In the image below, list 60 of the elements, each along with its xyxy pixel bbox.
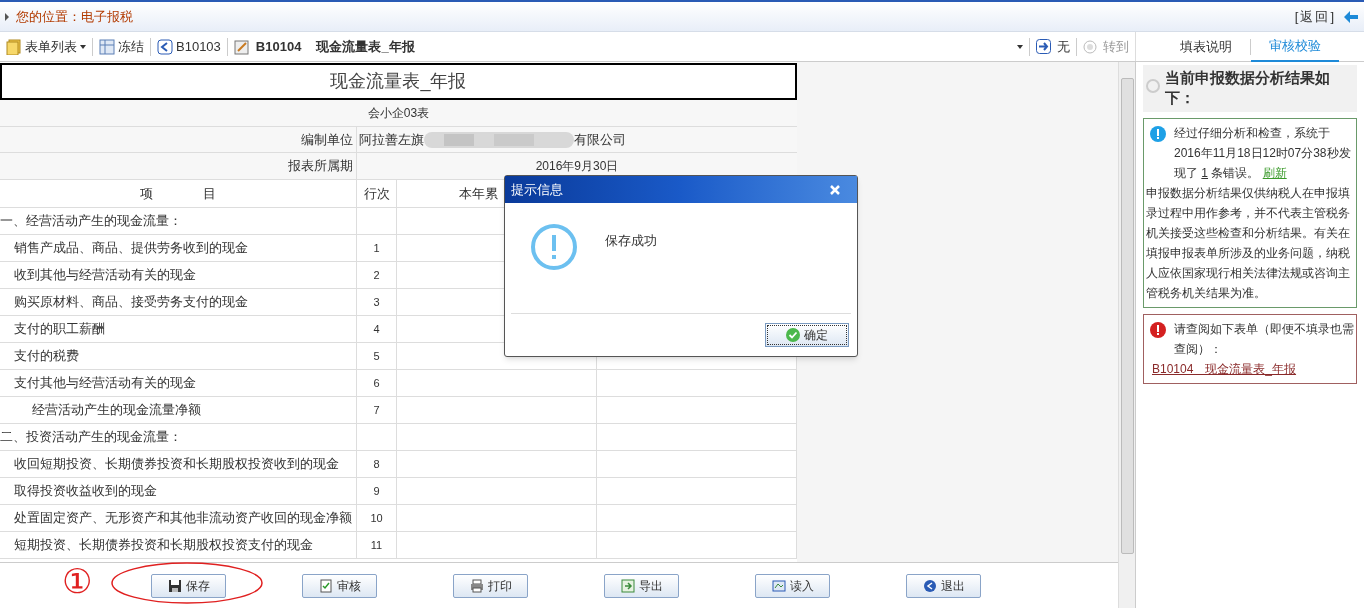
form-list-menu[interactable]: 表单列表 bbox=[25, 36, 77, 57]
row-label: 处置固定资产、无形资产和其他非流动资产收回的现金净额 bbox=[14, 509, 352, 528]
unit-name-start: 阿拉善左旗 bbox=[359, 130, 424, 149]
exit-button[interactable]: 退出 bbox=[906, 573, 981, 598]
refresh-link[interactable]: 刷新 bbox=[1262, 166, 1287, 180]
review-message: 请查阅如下表单（即便不填录也需查阅）： bbox=[1174, 321, 1354, 358]
period-label: 报表所属期 bbox=[0, 153, 357, 179]
import-button[interactable]: 读入 bbox=[755, 573, 830, 598]
line-number: 3 bbox=[373, 294, 380, 310]
column-header: 项 目 bbox=[0, 180, 357, 208]
row-label: 二、投资活动产生的现金流量： bbox=[0, 428, 182, 447]
line-number: 9 bbox=[373, 483, 380, 499]
line-number: 2 bbox=[373, 267, 380, 283]
row-label: 收到其他与经营活动有关的现金 bbox=[14, 266, 196, 285]
row-label: 支付的税费 bbox=[14, 347, 79, 366]
dialog-message: 保存成功 bbox=[605, 232, 657, 250]
row-label: 经营活动产生的现金流量净额 bbox=[32, 401, 201, 420]
row-label: 收回短期投资、长期债券投资和长期股权投资收到的现金 bbox=[14, 455, 339, 474]
panel-tab[interactable]: 填表说明 bbox=[1161, 31, 1250, 62]
unit-label: 编制单位 bbox=[0, 127, 357, 152]
save-button[interactable]: 保存 bbox=[151, 573, 226, 598]
row-label: 支付其他与经营活动有关的现金 bbox=[14, 374, 196, 393]
line-number: 1 bbox=[373, 240, 380, 256]
row-label: 支付的职工薪酬 bbox=[14, 320, 105, 339]
analysis-message: 经过仔细分析和检查，系统于2016年11月18日12时07分38秒发现了 1 条错误。 刷新 bbox=[1174, 125, 1352, 182]
row-label: 购买原材料、商品、接受劳务支付的现金 bbox=[14, 293, 248, 312]
line-number: 8 bbox=[373, 456, 380, 472]
line-number: 4 bbox=[373, 321, 380, 337]
form-number: 会小企03表 bbox=[367, 105, 430, 122]
row-label: 一、经营活动产生的现金流量： bbox=[0, 212, 182, 231]
dialog-title: 提示信息 bbox=[511, 180, 564, 199]
line-number: 5 bbox=[373, 348, 380, 364]
error-count-link[interactable]: 1 bbox=[1201, 166, 1209, 180]
unit-name-end: 有限公司 bbox=[574, 130, 626, 149]
next-form-label: 无 bbox=[1057, 37, 1070, 56]
form-link[interactable]: B10104 现金流量表_年报 bbox=[1152, 359, 1354, 379]
row-label: 短期投资、长期债券投资和长期股权投资支付的现金 bbox=[14, 536, 313, 555]
print-button[interactable]: 打印 bbox=[453, 573, 528, 598]
period-value: 2016年9月30日 bbox=[534, 158, 620, 175]
result-heading: 当前申报数据分析结果如下： bbox=[1165, 68, 1331, 108]
line-number: 6 bbox=[373, 375, 380, 391]
location-label: 您的位置： bbox=[16, 7, 81, 26]
row-label: 销售产成品、商品、提供劳务收到的现金 bbox=[14, 239, 248, 258]
previous-form-link[interactable]: B10103 bbox=[176, 36, 221, 57]
back-link[interactable]: [返回] bbox=[1294, 6, 1336, 27]
line-number: 11 bbox=[370, 537, 383, 553]
form-title: 现金流量表_年报 bbox=[316, 37, 415, 56]
export-button[interactable]: 导出 bbox=[604, 573, 679, 598]
disclaimer-text: 申报数据分析结果仅供纳税人在申报填录过程中用作参考，并不代表主管税务机关接受这些检查和分析结果。有关在填报申报表单所涉及的业务问题，纳税人应依国家现行相关法律法规或咨询主管税务机关结果为准。 bbox=[1146, 185, 1351, 302]
form-heading: 现金流量表_年报 bbox=[0, 63, 797, 100]
step-marker: ① bbox=[62, 561, 92, 601]
freeze-button[interactable]: 冻结 bbox=[118, 36, 144, 57]
line-number: 7 bbox=[373, 402, 380, 418]
location-value: 电子报税 bbox=[81, 7, 133, 26]
form-code: B10104 bbox=[255, 37, 302, 56]
ok-button[interactable]: 确定 bbox=[765, 323, 849, 347]
row-label: 取得投资收益收到的现金 bbox=[14, 482, 157, 501]
audit-button[interactable]: 审核 bbox=[302, 573, 377, 598]
column-header: 行次 bbox=[357, 180, 397, 208]
line-number: 10 bbox=[370, 510, 383, 526]
